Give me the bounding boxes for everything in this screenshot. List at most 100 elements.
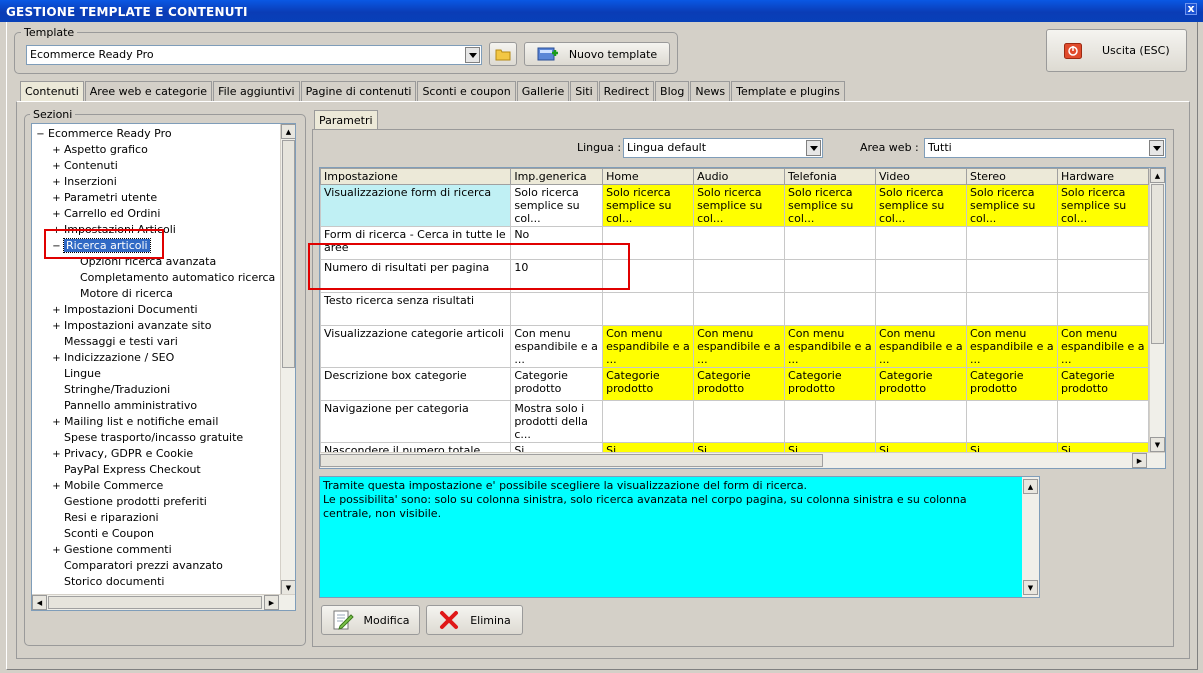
expand-icon[interactable]: + (52, 351, 61, 367)
area-value-cell[interactable] (693, 292, 786, 326)
area-value-cell[interactable]: Categorie prodotto (693, 367, 786, 401)
area-value-cell[interactable]: Solo ricerca semplice su col... (1056, 184, 1149, 227)
tab-news[interactable]: News (690, 81, 731, 101)
expand-icon[interactable]: + (52, 143, 61, 159)
setting-name-cell[interactable]: Nascondere il numero totale articoli su … (320, 442, 512, 452)
edit-button[interactable]: Modifica (321, 605, 420, 635)
tree-item[interactable]: − Ecommerce Ready Pro (36, 126, 280, 142)
tree-item[interactable]: + Privacy, GDPR e Cookie (36, 446, 280, 462)
tree-item[interactable]: + Gestione commenti (36, 542, 280, 558)
area-value-cell[interactable] (693, 226, 786, 260)
setting-name-cell[interactable]: Testo ricerca senza risultati (320, 292, 512, 326)
tab-siti[interactable]: Siti (570, 81, 598, 101)
area-value-cell[interactable]: Categorie prodotto (965, 367, 1058, 401)
area-value-cell[interactable]: Si (875, 442, 967, 452)
expand-icon[interactable]: + (52, 207, 61, 223)
scroll-right-icon[interactable]: ▶ (264, 595, 279, 610)
expand-icon[interactable]: + (52, 319, 61, 335)
tree-item[interactable]: PayPal Express Checkout (36, 462, 280, 478)
tab-blog[interactable]: Blog (655, 81, 690, 101)
area-value-cell[interactable] (1056, 259, 1149, 293)
setting-name-cell[interactable]: Visualizzazione categorie articoli (320, 325, 512, 368)
area-value-cell[interactable] (875, 259, 967, 293)
area-value-cell[interactable]: Si (602, 442, 695, 452)
generic-value-cell[interactable]: Solo ricerca semplice su col... (510, 184, 604, 227)
tree-item[interactable]: + Impostazioni avanzate sito (36, 318, 280, 334)
chevron-down-icon[interactable] (1149, 140, 1164, 156)
area-value-cell[interactable]: Solo ricerca semplice su col... (875, 184, 967, 227)
description-box[interactable]: Tramite questa impostazione e' possibile… (319, 476, 1040, 598)
scroll-right-icon[interactable]: ▶ (1132, 453, 1147, 468)
area-value-cell[interactable]: Con menu espandibile e a ... (784, 325, 877, 368)
area-value-cell[interactable] (1056, 226, 1149, 260)
tree-item[interactable]: Lingue (36, 366, 280, 382)
area-value-cell[interactable] (693, 259, 786, 293)
hscroll-thumb[interactable] (320, 454, 823, 467)
area-value-cell[interactable]: Solo ricerca semplice su col... (693, 184, 786, 227)
grid-vertical-scrollbar[interactable]: ▲ ▼ (1149, 168, 1165, 452)
description-scrollbar[interactable]: ▲ ▼ (1022, 477, 1039, 597)
tree-item[interactable]: Comparatori prezzi avanzato (36, 558, 280, 574)
tree-item[interactable]: + Inserzioni (36, 174, 280, 190)
area-value-cell[interactable] (875, 400, 967, 443)
tree-item[interactable]: + Indicizzazione / SEO (36, 350, 280, 366)
area-value-cell[interactable] (875, 292, 967, 326)
tree-item[interactable]: Spese trasporto/incasso gratuite (36, 430, 280, 446)
generic-value-cell[interactable]: Si (510, 442, 604, 452)
area-value-cell[interactable]: Si (1056, 442, 1149, 452)
expand-icon[interactable]: + (52, 303, 61, 319)
expand-icon[interactable]: + (52, 175, 61, 191)
table-row[interactable]: Descrizione box categorie Categorie prodo… (320, 367, 1149, 401)
tree-item[interactable]: Storico documenti (36, 574, 280, 590)
tree-horizontal-scrollbar[interactable]: ◀ ▶ (32, 594, 295, 610)
tree-item[interactable]: Motore di ricerca (36, 286, 280, 302)
setting-name-cell[interactable]: Navigazione per categoria (320, 400, 512, 443)
generic-value-cell[interactable]: Mostra solo i prodotti della c... (510, 400, 604, 443)
area-value-cell[interactable] (693, 400, 786, 443)
area-value-cell[interactable] (784, 292, 877, 326)
column-header[interactable]: Hardware (1056, 168, 1149, 185)
column-header[interactable]: Audio (693, 168, 786, 185)
area-value-cell[interactable] (965, 400, 1058, 443)
tree-vertical-scrollbar[interactable]: ▲ ▼ (280, 124, 295, 595)
column-header[interactable]: Imp.generica (510, 168, 604, 185)
expand-icon[interactable]: + (52, 479, 61, 495)
tree-item[interactable]: Pannello amministrativo (36, 398, 280, 414)
open-folder-button[interactable] (489, 42, 517, 66)
scroll-thumb[interactable] (1151, 184, 1164, 344)
collapse-icon[interactable]: − (36, 127, 45, 143)
expand-icon[interactable]: + (52, 159, 61, 175)
chevron-down-icon[interactable] (806, 140, 821, 156)
grid-horizontal-scrollbar[interactable]: ▶ (320, 452, 1165, 468)
tree-item[interactable]: + Contenuti (36, 158, 280, 174)
area-value-cell[interactable] (784, 400, 877, 443)
scroll-down-icon[interactable]: ▼ (281, 580, 295, 595)
area-value-cell[interactable] (784, 226, 877, 260)
tab-sconti-e-coupon[interactable]: Sconti e coupon (417, 81, 516, 101)
scroll-down-icon[interactable]: ▼ (1150, 437, 1165, 452)
close-icon[interactable]: x (1185, 3, 1197, 15)
tab-parametri[interactable]: Parametri (314, 110, 378, 130)
lingua-select[interactable]: Lingua default (623, 138, 823, 158)
expand-icon[interactable]: + (52, 415, 61, 431)
tab-gallerie[interactable]: Gallerie (516, 81, 570, 101)
area-value-cell[interactable]: Categorie prodotto (602, 367, 695, 401)
tree-item[interactable]: + Parametri utente (36, 190, 280, 206)
table-row[interactable]: Navigazione per categoria Mostra solo i p… (320, 400, 1149, 443)
generic-value-cell[interactable] (510, 292, 604, 326)
scroll-up-icon[interactable]: ▲ (1150, 168, 1165, 183)
area-value-cell[interactable] (965, 259, 1058, 293)
tab-template-e-plugins[interactable]: Template e plugins (731, 81, 845, 101)
column-header[interactable]: Telefonia (784, 168, 877, 185)
setting-name-cell[interactable]: Visualizzazione form di ricerca (320, 184, 512, 227)
area-web-select[interactable]: Tutti (924, 138, 1166, 158)
area-value-cell[interactable]: Con menu espandibile e a ... (693, 325, 786, 368)
area-value-cell[interactable]: Si (784, 442, 877, 452)
template-select[interactable]: Ecommerce Ready Pro (26, 45, 482, 65)
area-value-cell[interactable] (602, 292, 695, 326)
table-row[interactable]: Testo ricerca senza risultati (320, 292, 1149, 326)
area-value-cell[interactable]: Solo ricerca semplice su col... (602, 184, 695, 227)
generic-value-cell[interactable]: Con menu espandibile e a ... (510, 325, 604, 368)
tree-item[interactable]: + Impostazioni Documenti (36, 302, 280, 318)
chevron-down-icon[interactable] (465, 47, 480, 63)
